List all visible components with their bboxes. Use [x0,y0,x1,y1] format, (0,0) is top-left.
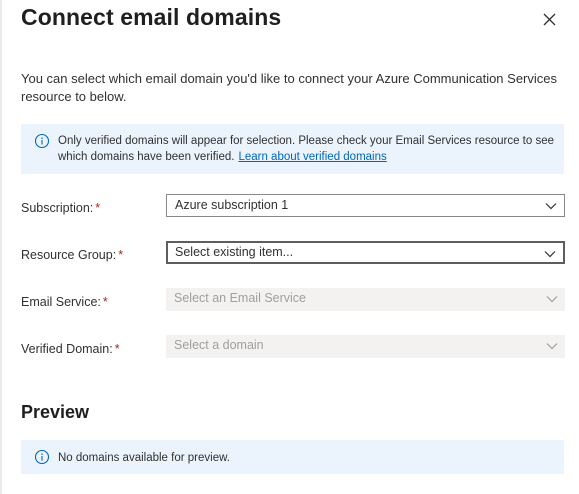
subscription-value: Azure subscription 1 [175,198,289,212]
subscription-dropdown[interactable]: Azure subscription 1 [166,194,565,217]
verified-domain-dropdown: Select a domain [166,335,565,358]
required-marker: * [114,342,120,356]
required-marker: * [102,295,108,309]
email-service-label: Email Service: * [21,295,108,309]
chevron-down-icon [545,203,557,210]
preview-message: No domains available for preview. [58,452,230,464]
panel-title: Connect email domains [21,4,282,30]
close-icon [543,13,556,26]
chevron-down-icon [546,296,558,303]
resource-group-dropdown[interactable]: Select existing item... [166,241,565,264]
preview-notice: No domains available for preview. [21,440,564,474]
info-icon [34,449,50,465]
required-marker: * [95,201,101,215]
chevron-down-icon [544,251,556,258]
panel-left-border [0,0,2,494]
close-button[interactable] [540,10,560,30]
required-marker: * [118,248,124,262]
chevron-down-icon [546,343,558,350]
verified-domain-label: Verified Domain: * [21,342,120,356]
subscription-label: Subscription: * [21,201,101,215]
resource-group-label: Resource Group: * [21,248,124,262]
email-service-placeholder: Select an Email Service [174,291,307,305]
info-icon [34,133,50,149]
preview-heading: Preview [21,402,90,422]
verified-domains-notice: Only verified domains will appear for se… [21,124,564,174]
email-service-dropdown: Select an Email Service [166,288,565,311]
learn-verified-domains-link[interactable]: Learn about verified domains [238,151,386,163]
resource-group-placeholder: Select existing item... [175,245,294,259]
intro-text: You can select which email domain you'd … [21,71,557,104]
verified-domain-placeholder: Select a domain [174,338,264,352]
